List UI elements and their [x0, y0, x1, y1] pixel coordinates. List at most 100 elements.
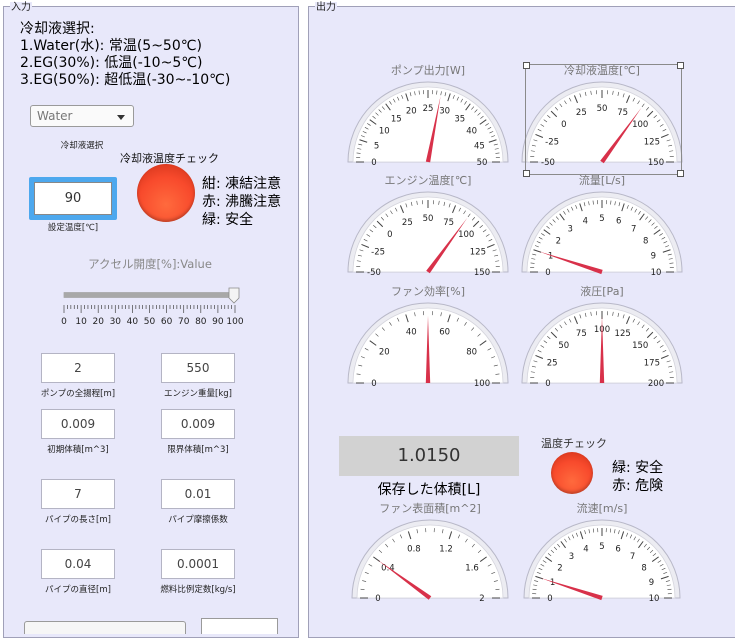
gauge-tick-label: 3 [569, 552, 574, 562]
gauge-title: エンジン温度[℃] [348, 172, 508, 188]
gauge-tick-label: 10 [651, 268, 662, 278]
gauge-tick-label: 45 [474, 141, 485, 151]
temp-check-lamp [551, 452, 593, 494]
accel-slider[interactable]: 0102030405060708090100 [58, 284, 244, 330]
number-input[interactable]: 0.04 [41, 549, 115, 579]
gauge-tick-label: -50 [367, 268, 381, 278]
selection-handle [677, 170, 684, 177]
legend-freeze: 紺: 凍結注意 [202, 175, 281, 193]
gauge-tick-label: 0 [371, 158, 376, 168]
gauge-tick-label: 6 [616, 217, 621, 227]
gauge-tick-label: 25 [402, 218, 413, 228]
number-input[interactable]: 0.009 [41, 409, 115, 439]
slider-tick-label: 0 [61, 317, 67, 327]
partial-field[interactable] [201, 618, 278, 634]
coolant-select[interactable]: Water [30, 105, 134, 127]
gauge-tick-label: 9 [649, 578, 654, 588]
number-input-label: 限界体積[m^3] [145, 443, 251, 455]
slider-tick-label: 30 [110, 317, 122, 327]
gauge-tick-label: 40 [406, 328, 417, 338]
legend-boil: 赤: 沸騰注意 [202, 193, 281, 211]
gauge-tick-label: 7 [630, 552, 635, 562]
gauge-tick-label: 10 [649, 594, 660, 604]
gauge-tick-label: 3 [568, 224, 573, 234]
gauge-tick-label: 100 [458, 230, 474, 240]
input-panel-title: 入力 [10, 2, 32, 13]
temp-check-title: 温度チェック [541, 435, 607, 451]
gauge-tick-label: 30 [439, 107, 450, 117]
number-input[interactable]: 2 [41, 353, 115, 383]
gauge-tick-label: 0.4 [381, 563, 395, 573]
slider-tick-label: 80 [195, 317, 207, 327]
slider-tick-label: 20 [92, 317, 104, 327]
gauge-title: 液圧[Pa] [522, 283, 682, 299]
number-input[interactable]: 550 [161, 353, 235, 383]
gauge-tick-label: 8 [643, 236, 648, 246]
gauge: -50-250255075100125150 [345, 188, 511, 278]
gauge-tick-label: 75 [443, 218, 454, 228]
selection-handle [523, 62, 530, 69]
gauge: 05101520253035404550 [345, 78, 511, 168]
gauge-tick-label: 20 [379, 347, 390, 357]
number-input-label: パイプの長さ[m] [25, 513, 131, 525]
coolant-select-label: 冷却液選択 [30, 139, 134, 151]
coolant-info-eg50: 3.EG(50%): 超低温(-30~-10℃) [20, 72, 230, 89]
gauge: 012345678910 [521, 516, 683, 604]
gauge-tick-label: 50 [477, 158, 488, 168]
gauge-tick-label: 175 [644, 358, 660, 368]
gauge-tick-label: 40 [466, 126, 477, 136]
accel-slider-thumb [229, 288, 239, 303]
gauge-tick-label: 200 [648, 379, 664, 389]
output-panel-title: 出力 [315, 2, 337, 13]
gauge-tick-label: 50 [558, 341, 569, 351]
gauge-tick-label: 5 [599, 542, 604, 552]
number-input-label: パイプ摩擦係数 [145, 513, 251, 525]
gauge-tick-label: 0.8 [407, 545, 421, 555]
gauge-title: ポンプ出力[W] [348, 62, 508, 78]
number-input-label: エンジン重量[kg] [145, 387, 251, 399]
volume-display: 1.0150 [339, 436, 519, 476]
gauge-tick-label: 35 [454, 114, 465, 124]
slider-tick-label: 70 [178, 317, 190, 327]
gauge-tick-label: 4 [583, 545, 588, 555]
slider-tick-label: 100 [226, 317, 243, 327]
coolant-info-heading: 冷却液選択: [20, 21, 95, 38]
gauge-face [357, 525, 503, 598]
gauge-tick-label: 50 [423, 214, 434, 224]
volume-label: 保存した体積[L] [339, 479, 519, 499]
number-input-label: 燃料比例定数[kg/s] [145, 583, 251, 595]
gauge: 0255075100125150175200 [519, 299, 685, 389]
number-input-label: 初期体積[m^3] [25, 443, 131, 455]
gauge-tick-label: 0 [547, 594, 552, 604]
accel-title: アクセル開度[%]:Value [60, 256, 240, 272]
number-input[interactable]: 0.0001 [161, 549, 235, 579]
gauge-tick-label: 125 [470, 247, 486, 257]
gauge-title: 流速[m/s] [522, 500, 682, 516]
selection-box[interactable] [525, 64, 682, 175]
gauge-tick-label: 5 [599, 214, 604, 224]
number-input[interactable]: 0.01 [161, 479, 235, 509]
gauge-tick-label: 20 [406, 107, 417, 117]
selection-handle [523, 170, 530, 177]
selection-handle [677, 62, 684, 69]
gauge-tick-label: 6 [615, 545, 620, 555]
slider-tick-label: 40 [127, 317, 139, 327]
gauge-tick-label: 15 [391, 114, 402, 124]
partial-button[interactable] [24, 621, 186, 634]
gauge-face [353, 197, 503, 272]
slider-tick-label: 90 [212, 317, 224, 327]
gauge: 00.40.81.21.62 [349, 516, 511, 604]
coolant-select-value: Water [37, 109, 72, 123]
number-input-label: パイプの直径[m] [25, 583, 131, 595]
set-temp-input[interactable]: 90 [34, 182, 112, 215]
number-input[interactable]: 0.009 [161, 409, 235, 439]
gauge-tick-label: 75 [576, 329, 587, 339]
number-input[interactable]: 7 [41, 479, 115, 509]
gauge-tick-label: 25 [423, 104, 434, 114]
gauge-tick-label: 150 [474, 268, 490, 278]
slider-tick-label: 10 [75, 317, 87, 327]
set-temp-focus-ring: 90 [29, 177, 117, 220]
gauge-tick-label: 0 [371, 379, 376, 389]
gauge-tick-label: 150 [632, 341, 648, 351]
slider-tick-label: 50 [144, 317, 156, 327]
